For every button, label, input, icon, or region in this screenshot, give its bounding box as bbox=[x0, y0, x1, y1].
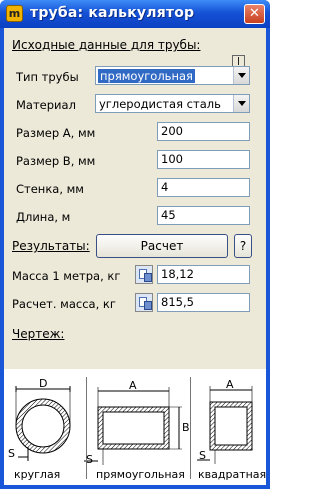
calculator-icon[interactable] bbox=[135, 265, 153, 284]
square-caption: квадратная bbox=[198, 468, 267, 481]
rect-dim-a: A bbox=[129, 379, 137, 392]
results-label: Результаты: bbox=[12, 239, 90, 253]
calc-mass-output: 815,5 bbox=[157, 293, 250, 312]
drawing-separator bbox=[190, 377, 191, 479]
pin-icon bbox=[238, 57, 239, 65]
copy-icon[interactable] bbox=[135, 293, 153, 312]
pipe-type-select[interactable]: прямоугольная bbox=[95, 66, 250, 85]
help-button[interactable]: ? bbox=[234, 234, 252, 258]
size-a-label: Размер А, мм bbox=[16, 126, 96, 140]
square-dim-a: A bbox=[226, 378, 234, 391]
mass-per-meter-output: 18,12 bbox=[157, 265, 250, 284]
chevron-down-icon[interactable] bbox=[233, 67, 249, 84]
material-label: Материал bbox=[16, 98, 76, 112]
material-value: углеродистая сталь bbox=[99, 96, 221, 111]
length-input[interactable]: 45 bbox=[157, 206, 250, 225]
app-icon: m bbox=[6, 5, 23, 22]
title-bar[interactable]: m труба: калькулятор ✕ bbox=[0, 0, 270, 28]
square-dim-s: S bbox=[199, 449, 206, 462]
size-a-input[interactable]: 200 bbox=[157, 122, 250, 141]
size-b-input[interactable]: 100 bbox=[157, 150, 250, 169]
client-area: Исходные данные для трубы: Тип трубы пря… bbox=[4, 28, 266, 485]
rect-pipe-drawing bbox=[84, 387, 182, 465]
material-select[interactable]: углеродистая сталь bbox=[95, 94, 250, 113]
chevron-down-icon[interactable] bbox=[233, 95, 249, 112]
app-window: m труба: калькулятор ✕ Исходные данные д… bbox=[0, 0, 270, 489]
mass-per-meter-label: Масса 1 метра, кг bbox=[12, 269, 121, 283]
window-title: труба: калькулятор bbox=[30, 5, 195, 21]
round-dim-d: D bbox=[39, 377, 48, 390]
pipe-type-label: Тип трубы bbox=[16, 70, 79, 84]
rect-dim-b: B bbox=[182, 421, 190, 434]
length-label: Длина, м bbox=[16, 210, 71, 224]
rect-caption: прямоугольная bbox=[96, 468, 185, 481]
round-pipe-drawing bbox=[15, 386, 71, 461]
drawing-panel: D S круглая A B S прямоугольная A S квад… bbox=[4, 369, 266, 485]
input-section-label: Исходные данные для трубы: bbox=[12, 38, 201, 52]
wall-label: Стенка, мм bbox=[16, 182, 84, 196]
size-b-label: Размер В, мм bbox=[16, 154, 96, 168]
rect-dim-s: S bbox=[86, 453, 93, 466]
round-dim-s: S bbox=[8, 447, 15, 460]
round-caption: круглая bbox=[14, 468, 61, 481]
calculate-button[interactable]: Расчет bbox=[96, 234, 228, 258]
pipe-type-value: прямоугольная bbox=[98, 68, 195, 83]
drawing-label: Чертеж: bbox=[12, 327, 65, 341]
calc-mass-label: Расчет. масса, кг bbox=[12, 297, 116, 311]
wall-input[interactable]: 4 bbox=[157, 178, 250, 197]
close-button[interactable]: ✕ bbox=[244, 4, 265, 24]
